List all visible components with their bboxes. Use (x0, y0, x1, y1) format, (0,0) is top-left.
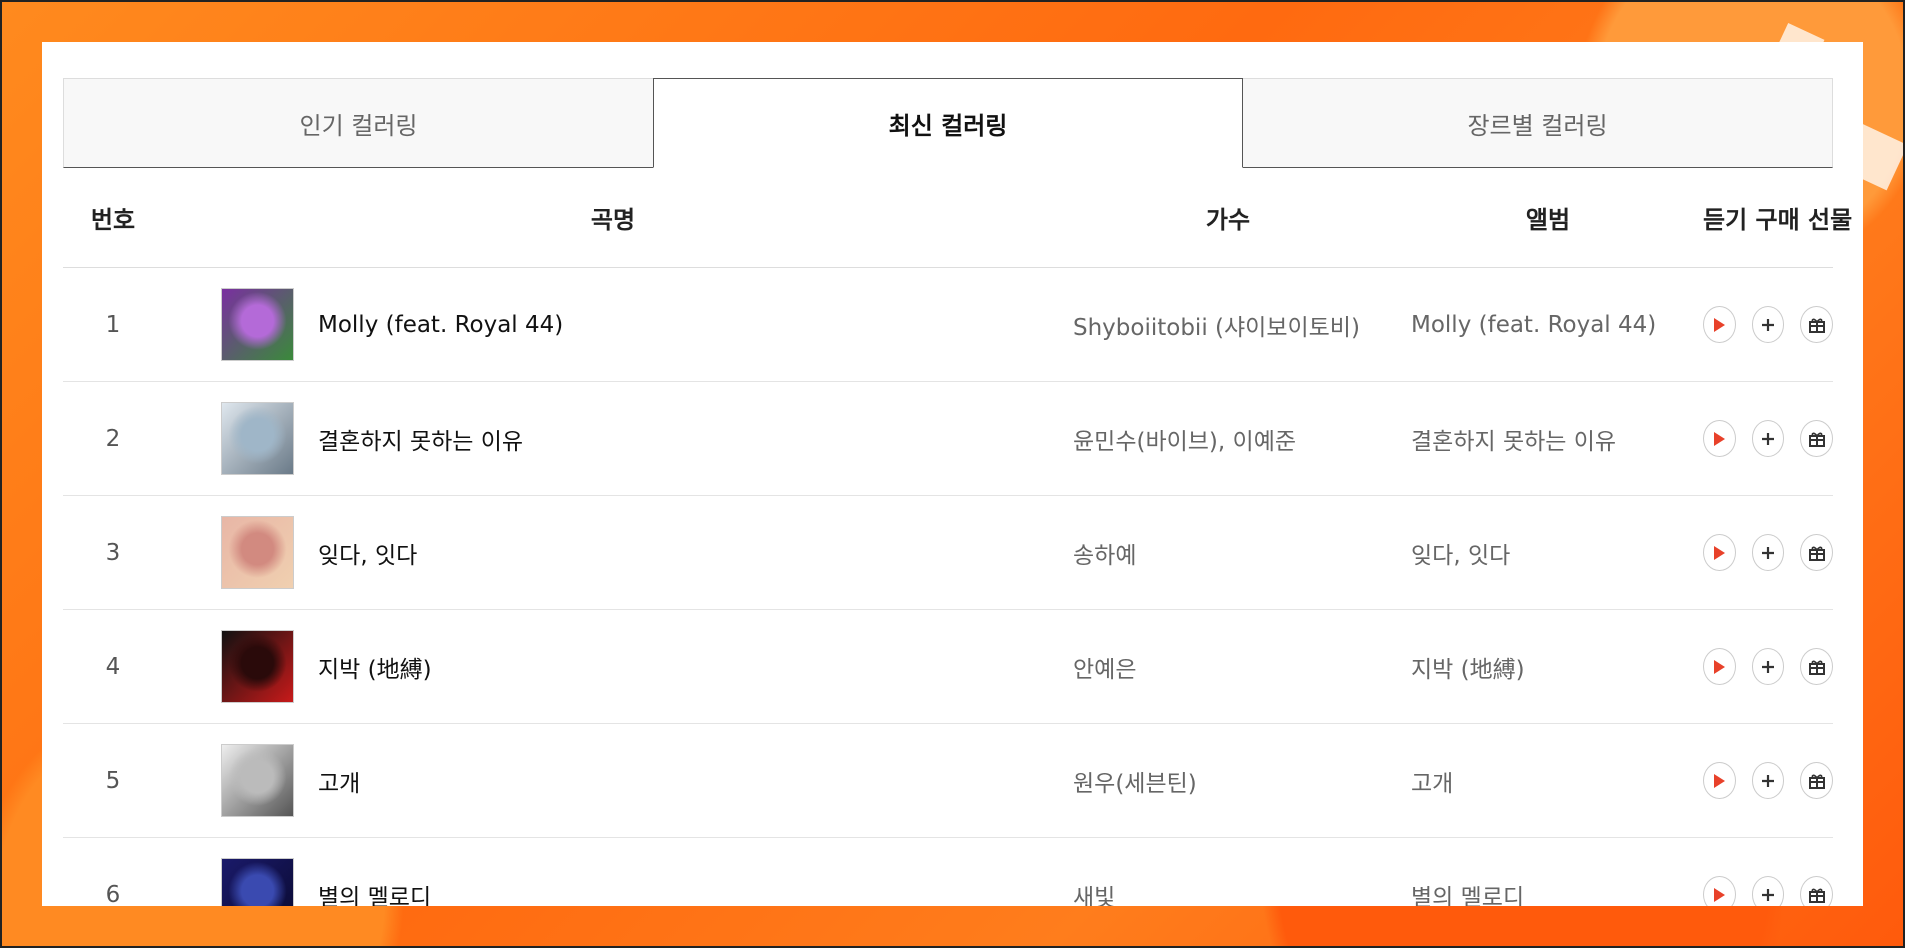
tab-genre[interactable]: 장르별 컬러링 (1243, 78, 1833, 168)
play-icon (1714, 317, 1726, 332)
row-actions (1702, 762, 1833, 799)
plus-icon (1761, 888, 1774, 901)
ringtone-panel: 인기 컬러링 최신 컬러링 장르별 컬러링 번호 곡명 가수 앨범 듣기 구매 … (42, 42, 1863, 906)
song-title[interactable]: Molly (feat. Royal 44) (318, 312, 563, 338)
gift-icon (1808, 432, 1825, 447)
gift-button[interactable] (1800, 306, 1833, 343)
song-cell: 결혼하지 못하는 이유 (163, 402, 1063, 475)
artist-name[interactable]: 송하예 (1063, 536, 1393, 570)
row-actions (1702, 306, 1833, 343)
play-icon (1714, 773, 1726, 788)
buy-button[interactable] (1751, 306, 1785, 343)
song-title[interactable]: 별의 멜로디 (318, 878, 431, 907)
buy-button[interactable] (1751, 648, 1785, 685)
play-button[interactable] (1702, 306, 1736, 343)
gift-button[interactable] (1800, 648, 1833, 685)
play-button[interactable] (1702, 876, 1736, 906)
song-title[interactable]: 결혼하지 못하는 이유 (318, 422, 523, 456)
header-album: 앨범 (1525, 206, 1571, 234)
table-row: 1 Molly (feat. Royal 44) Shyboiitobii (샤… (63, 268, 1833, 382)
album-cover[interactable] (221, 858, 294, 906)
row-actions (1702, 876, 1833, 906)
artist-name[interactable]: Shyboiitobii (샤이보이토비) (1063, 308, 1393, 342)
row-number: 3 (105, 539, 121, 566)
play-button[interactable] (1702, 762, 1736, 799)
row-number: 5 (105, 767, 121, 794)
song-cell: 별의 멜로디 (163, 858, 1063, 906)
buy-button[interactable] (1751, 534, 1785, 571)
gift-icon (1808, 888, 1825, 903)
song-cell: 잊다, 잇다 (163, 516, 1063, 589)
table-header: 번호 곡명 가수 앨범 듣기 구매 선물 (63, 168, 1853, 268)
table-body: 1 Molly (feat. Royal 44) Shyboiitobii (샤… (63, 268, 1833, 906)
plus-icon (1761, 546, 1774, 559)
album-cover[interactable] (221, 630, 294, 703)
play-button[interactable] (1702, 534, 1736, 571)
table-row: 5 고개 원우(세븐틴) 고개 (63, 724, 1833, 838)
table-row: 4 지박 (地縛) 안예은 지박 (地縛) (63, 610, 1833, 724)
plus-icon (1761, 774, 1774, 787)
song-cell: 지박 (地縛) (163, 630, 1063, 703)
album-name[interactable]: 고개 (1393, 764, 1703, 798)
row-actions (1702, 648, 1833, 685)
row-number: 1 (105, 311, 121, 338)
play-button[interactable] (1702, 420, 1736, 457)
album-name[interactable]: 잊다, 잇다 (1393, 536, 1703, 570)
album-name[interactable]: 지박 (地縛) (1393, 650, 1703, 684)
gift-icon (1808, 546, 1825, 561)
artist-name[interactable]: 새빛 (1063, 878, 1393, 907)
plus-icon (1761, 660, 1774, 673)
buy-button[interactable] (1751, 762, 1785, 799)
play-icon (1714, 545, 1726, 560)
table-row: 6 별의 멜로디 새빛 별의 멜로디 (63, 838, 1833, 906)
album-name[interactable]: 별의 멜로디 (1393, 878, 1703, 907)
artist-name[interactable]: 윤민수(바이브), 이예준 (1063, 422, 1393, 456)
song-title[interactable]: 고개 (318, 764, 360, 798)
song-cell: 고개 (163, 744, 1063, 817)
header-actions: 듣기 구매 선물 (1703, 206, 1853, 234)
row-actions (1702, 534, 1833, 571)
album-name[interactable]: Molly (feat. Royal 44) (1393, 312, 1703, 338)
row-number: 6 (105, 881, 121, 907)
buy-button[interactable] (1751, 420, 1785, 457)
artist-name[interactable]: 원우(세븐틴) (1063, 764, 1393, 798)
header-number: 번호 (90, 206, 136, 234)
play-icon (1714, 887, 1726, 902)
song-title[interactable]: 잊다, 잇다 (318, 536, 417, 570)
gift-button[interactable] (1800, 876, 1833, 906)
plus-icon (1761, 432, 1774, 445)
gift-button[interactable] (1800, 420, 1833, 457)
row-number: 2 (105, 425, 121, 452)
gift-icon (1808, 660, 1825, 675)
gift-button[interactable] (1800, 534, 1833, 571)
row-number: 4 (105, 653, 121, 680)
table-row: 2 결혼하지 못하는 이유 윤민수(바이브), 이예준 결혼하지 못하는 이유 (63, 382, 1833, 496)
album-cover[interactable] (221, 516, 294, 589)
tab-popular[interactable]: 인기 컬러링 (63, 78, 653, 168)
panel-content: 인기 컬러링 최신 컬러링 장르별 컬러링 번호 곡명 가수 앨범 듣기 구매 … (63, 78, 1853, 906)
row-actions (1702, 420, 1833, 457)
play-button[interactable] (1702, 648, 1736, 685)
gift-icon (1808, 318, 1825, 333)
album-cover[interactable] (221, 288, 294, 361)
plus-icon (1761, 318, 1774, 331)
play-icon (1714, 431, 1726, 446)
song-title[interactable]: 지박 (地縛) (318, 650, 432, 684)
tab-latest[interactable]: 최신 컬러링 (653, 78, 1243, 168)
buy-button[interactable] (1751, 876, 1785, 906)
artist-name[interactable]: 안예은 (1063, 650, 1393, 684)
gift-button[interactable] (1800, 762, 1833, 799)
header-artist: 가수 (1205, 206, 1251, 234)
header-title: 곡명 (590, 206, 636, 234)
gift-icon (1808, 774, 1825, 789)
tab-bar: 인기 컬러링 최신 컬러링 장르별 컬러링 (63, 78, 1833, 168)
album-cover[interactable] (221, 744, 294, 817)
album-name[interactable]: 결혼하지 못하는 이유 (1393, 422, 1703, 456)
album-cover[interactable] (221, 402, 294, 475)
song-cell: Molly (feat. Royal 44) (163, 288, 1063, 361)
play-icon (1714, 659, 1726, 674)
table-row: 3 잊다, 잇다 송하예 잊다, 잇다 (63, 496, 1833, 610)
